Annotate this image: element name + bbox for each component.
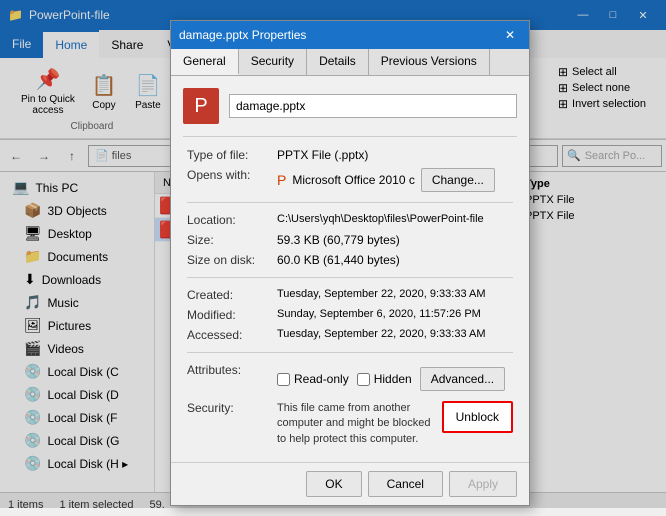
prop-value-accessed: Tuesday, September 22, 2020, 9:33:33 AM [273, 325, 517, 345]
prop-row-size: Size: 59.3 KB (60,779 bytes) [183, 230, 517, 250]
prop-label-size: Size: [183, 230, 273, 250]
prop-row-security: Security: This file came from another co… [183, 398, 517, 450]
hidden-checkbox-label[interactable]: Hidden [357, 372, 412, 386]
prop-value-opens: P Microsoft Office 2010 c Change... [273, 165, 517, 195]
dialog-overlay: damage.pptx Properties ✕ General Securit… [0, 0, 666, 508]
prop-value-size-disk: 60.0 KB (61,440 bytes) [273, 250, 517, 270]
explorer-window: 📁 PowerPoint-file — □ ✕ File Home Share … [0, 0, 666, 508]
tab-details[interactable]: Details [307, 49, 369, 75]
dialog-tabs: General Security Details Previous Versio… [171, 49, 529, 76]
prop-row-size-disk: Size on disk: 60.0 KB (61,440 bytes) [183, 250, 517, 270]
prop-label-attributes: Attributes: [183, 360, 273, 398]
divider-1 [183, 136, 517, 137]
dialog-title-text: damage.pptx Properties [179, 28, 306, 42]
ok-button[interactable]: OK [306, 471, 361, 497]
prop-label-modified: Modified: [183, 305, 273, 325]
file-header: P [183, 88, 517, 124]
filename-input[interactable] [229, 94, 517, 118]
hidden-label: Hidden [374, 372, 412, 386]
prop-value-attributes: Read-only Hidden Advanced... [273, 360, 517, 398]
readonly-checkbox-label[interactable]: Read-only [277, 372, 349, 386]
opens-with-icon: P [277, 172, 286, 188]
dialog-title: damage.pptx Properties ✕ [171, 21, 529, 49]
attributes-row: Read-only Hidden Advanced... [277, 367, 513, 391]
prop-value-security: This file came from another computer and… [273, 398, 517, 450]
prop-label-created: Created: [183, 285, 273, 305]
prop-row-accessed: Accessed: Tuesday, September 22, 2020, 9… [183, 325, 517, 345]
dialog-body: P Type of file: PPTX File (.pptx) Opens … [171, 76, 529, 462]
tab-general[interactable]: General [171, 49, 239, 75]
dialog-footer: OK Cancel Apply [171, 462, 529, 505]
prop-label-type: Type of file: [183, 145, 273, 165]
file-type-letter: P [194, 95, 207, 118]
prop-label-accessed: Accessed: [183, 325, 273, 345]
prop-label-opens: Opens with: [183, 165, 273, 195]
prop-row-opens: Opens with: P Microsoft Office 2010 c Ch… [183, 165, 517, 195]
opens-with-value: Microsoft Office 2010 c [292, 173, 415, 187]
cancel-button[interactable]: Cancel [368, 471, 443, 497]
security-section: This file came from another computer and… [277, 401, 513, 447]
prop-value-modified: Sunday, September 6, 2020, 11:57:26 PM [273, 305, 517, 325]
advanced-button[interactable]: Advanced... [420, 367, 505, 391]
prop-value-location: C:\Users\yqh\Desktop\files\PowerPoint-fi… [273, 210, 517, 230]
change-button[interactable]: Change... [421, 168, 495, 192]
tab-previous-versions[interactable]: Previous Versions [369, 49, 490, 75]
dialog-close-button[interactable]: ✕ [499, 24, 521, 46]
prop-row-attributes: Attributes: Read-only Hidden [183, 360, 517, 398]
readonly-checkbox[interactable] [277, 373, 290, 386]
prop-label-size-disk: Size on disk: [183, 250, 273, 270]
prop-value-type: PPTX File (.pptx) [273, 145, 517, 165]
prop-label-location: Location: [183, 210, 273, 230]
security-text: This file came from another computer and… [277, 401, 434, 447]
hidden-checkbox[interactable] [357, 373, 370, 386]
prop-row-modified: Modified: Sunday, September 6, 2020, 11:… [183, 305, 517, 325]
properties-dialog: damage.pptx Properties ✕ General Securit… [170, 20, 530, 506]
prop-row-type: Type of file: PPTX File (.pptx) [183, 145, 517, 165]
tab-security[interactable]: Security [239, 49, 307, 75]
file-big-icon: P [183, 88, 219, 124]
prop-row-created: Created: Tuesday, September 22, 2020, 9:… [183, 285, 517, 305]
unblock-button[interactable]: Unblock [442, 401, 513, 433]
prop-label-security: Security: [183, 398, 273, 450]
prop-value-created: Tuesday, September 22, 2020, 9:33:33 AM [273, 285, 517, 305]
apply-button[interactable]: Apply [449, 471, 517, 497]
prop-value-size: 59.3 KB (60,779 bytes) [273, 230, 517, 250]
prop-row-location: Location: C:\Users\yqh\Desktop\files\Pow… [183, 210, 517, 230]
readonly-label: Read-only [294, 372, 349, 386]
properties-table: Type of file: PPTX File (.pptx) Opens wi… [183, 145, 517, 450]
